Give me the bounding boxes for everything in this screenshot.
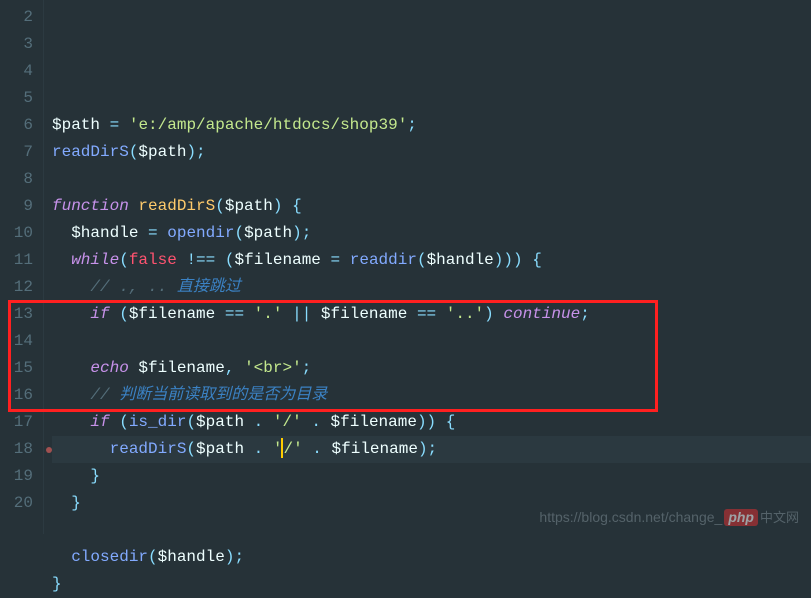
line-number: 18 [8, 436, 33, 463]
code-line[interactable]: } [52, 571, 811, 598]
code-line[interactable]: // 判断当前读取到的是否为目录 [52, 382, 811, 409]
line-number: 14 [8, 328, 33, 355]
line-number: 7 [8, 139, 33, 166]
gutter-modified-dot-icon [46, 447, 52, 453]
code-line[interactable]: while(false !== ($filename = readdir($ha… [52, 247, 811, 274]
watermark-suffix: 中文网 [760, 510, 799, 525]
line-number: 6 [8, 112, 33, 139]
code-line[interactable] [52, 328, 811, 355]
line-number: 20 [8, 490, 33, 517]
code-line[interactable]: readDirS($path); [52, 139, 811, 166]
line-number: 2 [8, 4, 33, 31]
line-number: 12 [8, 274, 33, 301]
line-number: 4 [8, 58, 33, 85]
line-number: 13 [8, 301, 33, 328]
line-number: 15 [8, 355, 33, 382]
watermark-url: https://blog.csdn.net/change_ [539, 509, 722, 525]
code-line[interactable]: } [52, 463, 811, 490]
line-number-gutter: 234567891011121314151617181920 [0, 0, 44, 534]
line-number: 10 [8, 220, 33, 247]
code-line[interactable]: // ., .. 直接跳过 [52, 274, 811, 301]
line-number: 5 [8, 85, 33, 112]
watermark: https://blog.csdn.net/change_php中文网 [539, 507, 799, 526]
line-number: 11 [8, 247, 33, 274]
code-line[interactable]: $path = 'e:/amp/apache/htdocs/shop39'; [52, 112, 811, 139]
code-line[interactable] [52, 85, 811, 112]
line-number: 8 [8, 166, 33, 193]
code-line[interactable] [52, 166, 811, 193]
code-line[interactable]: closedir($handle); [52, 544, 811, 571]
code-line[interactable]: if (is_dir($path . '/' . $filename)) { [52, 409, 811, 436]
code-line[interactable]: $handle = opendir($path); [52, 220, 811, 247]
line-number: 16 [8, 382, 33, 409]
watermark-brand: php [724, 509, 758, 526]
line-number: 17 [8, 409, 33, 436]
line-number: 19 [8, 463, 33, 490]
code-area[interactable]: $path = 'e:/amp/apache/htdocs/shop39';re… [44, 0, 811, 534]
code-line[interactable]: echo $filename, '<br>'; [52, 355, 811, 382]
line-number: 9 [8, 193, 33, 220]
code-line[interactable]: function readDirS($path) { [52, 193, 811, 220]
code-line[interactable]: if ($filename == '.' || $filename == '..… [52, 301, 811, 328]
line-number: 3 [8, 31, 33, 58]
code-editor: 234567891011121314151617181920 $path = '… [0, 0, 811, 534]
code-line[interactable]: readDirS($path . '/' . $filename); [52, 436, 811, 463]
